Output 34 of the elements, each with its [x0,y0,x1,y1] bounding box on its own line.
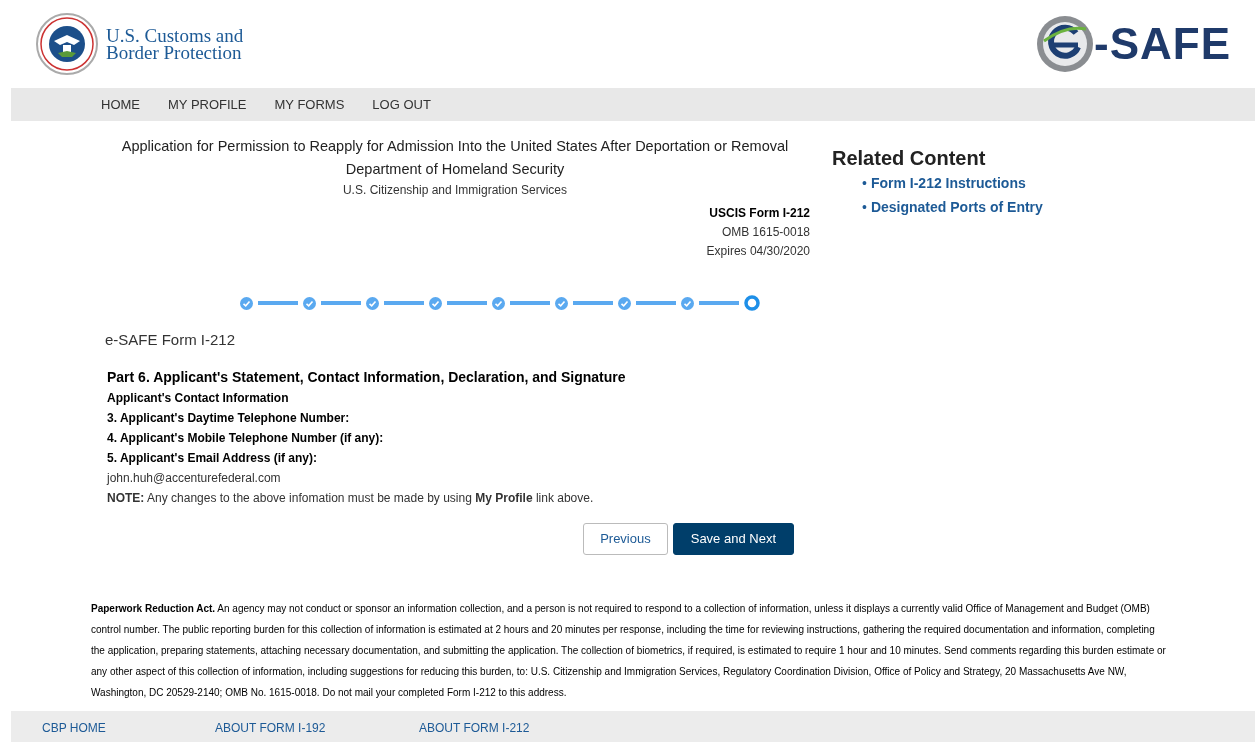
agency-name: U.S. Customs and [106,27,244,44]
form-number: USCIS Form I-212 [709,205,810,222]
section-subtitle: Applicant's Contact Information [107,389,290,407]
globe-icon [1036,15,1094,73]
nav-link[interactable]: MY FORMS [274,94,345,115]
save-next-button[interactable]: Save and Next [672,522,794,555]
previous-button[interactable]: Previous [583,522,668,555]
related-link[interactable]: Form I-212 Instructions [870,171,1026,195]
logo-text: -SAFE [1094,22,1231,66]
field-label: 3. Applicant's Daytime Telephone Number: [107,409,351,427]
form-name: e-SAFE Form I-212 [105,330,237,350]
related-link[interactable]: Designated Ports of Entry [870,195,1043,219]
field-label: 4. Applicant's Mobile Telephone Number (if any): [107,429,385,447]
expiration-date: Expires 04/30/2020 [706,243,810,260]
form-title: Application for Permission to Reapply for Admission Into the United States After Deportation or Removal [121,137,789,156]
footer-link[interactable]: ABOUT FORM I-192 [215,719,419,737]
related-content-title: Related Content [832,146,987,171]
note-text: NOTE: Any changes to the above infomation must be made by using My Profile link above. [107,489,595,507]
nav-link[interactable]: LOG OUT [372,94,431,115]
field-value: john.huh@accenturefederal.com [107,469,282,487]
field-label: 5. Applicant's Email Address (if any): [107,449,318,467]
bullet: • [862,198,867,217]
agency-subtitle: U.S. Citizenship and Immigration Services [342,182,568,199]
nav-link[interactable]: MY PROFILE [168,94,247,115]
department-name: Department of Homeland Security [345,160,565,179]
agency-name: Border Protection [106,44,243,61]
footer-link[interactable]: ABOUT FORM I-212 [419,719,623,737]
seal-icon [36,13,98,75]
bullet: • [862,174,867,193]
nav-link[interactable]: HOME [101,94,140,115]
section-title: Part 6. Applicant's Statement, Contact Information, Declaration, and Signature [107,367,627,387]
omb-number: OMB 1615-0018 [721,224,810,241]
paperwork-notice: Paperwork Reduction Act. An agency may not conduct or sponsor an information collection, and a person is not required to respond to a collection of information, unless it displays a currently valid Office of Management and Budget (OMB) control number. The public reporting burden for this collection of information is estimated at 2 hours and 20 minutes per response, including the time for reviewing instructions, gathering the required documentation and information, completing the application, preparing statements, attaching necessary documentation, and submitting the application. The collection of biometrics, if required, is estimated to require 1 hour and 10 minutes. Send comments regarding this burden estimate or any other aspect of this collection of information, including suggestions for reducing this burden, to: U.S. Citizenship and Immigration Services, Regulatory Coordination Division, Office of Policy and Strategy, 20 Massachusetts Ave NW, Washington, DC 20529-2140; OMB No. 1615-0018. Do not mail your completed Form I-212 to this address. [91,601,1166,700]
footer-link[interactable]: CBP HOME [11,719,215,737]
